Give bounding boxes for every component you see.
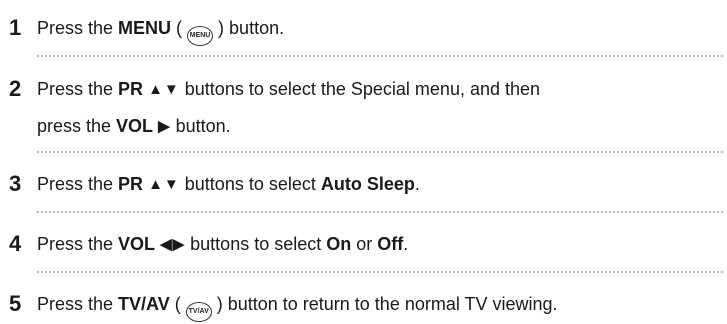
- step-number: 2: [9, 76, 22, 101]
- on-label: On: [326, 234, 352, 254]
- dotted-divider: [37, 211, 723, 213]
- step-number: 1: [9, 15, 22, 40]
- up-down-arrow-icon: ▲▼: [148, 81, 180, 98]
- vol-label: VOL: [118, 234, 156, 254]
- step-text: Press the MENU ( MENU ) button.: [37, 10, 727, 46]
- dotted-divider: [37, 271, 723, 273]
- dotted-divider: [37, 151, 723, 153]
- up-down-arrow-icon: ▲▼: [148, 176, 180, 193]
- left-right-arrow-icon: ◀▶: [160, 236, 186, 253]
- step-text: Press the PR ▲▼ buttons to select Auto S…: [37, 174, 420, 194]
- right-arrow-icon: ▶: [158, 118, 171, 135]
- vol-label: VOL: [116, 116, 154, 136]
- pr-label: PR: [118, 79, 144, 99]
- pr-label: PR: [118, 174, 144, 194]
- dotted-divider: [37, 55, 723, 57]
- step-number: 5: [9, 291, 22, 316]
- tvav-button-icon: TV/AV: [185, 302, 212, 322]
- menu-label: MENU: [118, 18, 172, 38]
- step-number: 3: [9, 171, 22, 196]
- step-number: 4: [9, 231, 22, 256]
- step-text: Press the PR ▲▼ buttons to select the Sp…: [37, 71, 727, 145]
- tvav-label: TV/AV: [118, 294, 170, 314]
- step-text: Press the VOL ◀▶ buttons to select On or…: [37, 234, 409, 254]
- off-label: Off: [377, 234, 404, 254]
- step-text-line-1: Press the PR ▲▼ buttons to select the Sp…: [37, 79, 541, 99]
- step-text: Press the TV/AV ( TV/AV ) button to retu…: [37, 286, 727, 322]
- menu-button-icon: MENU: [187, 26, 214, 46]
- instruction-steps: 1 Press the MENU ( MENU ) button. 2 Pres…: [0, 0, 727, 324]
- step-text-line-2: press the VOL ▶ button.: [37, 116, 231, 136]
- auto-sleep-label: Auto Sleep: [320, 174, 415, 194]
